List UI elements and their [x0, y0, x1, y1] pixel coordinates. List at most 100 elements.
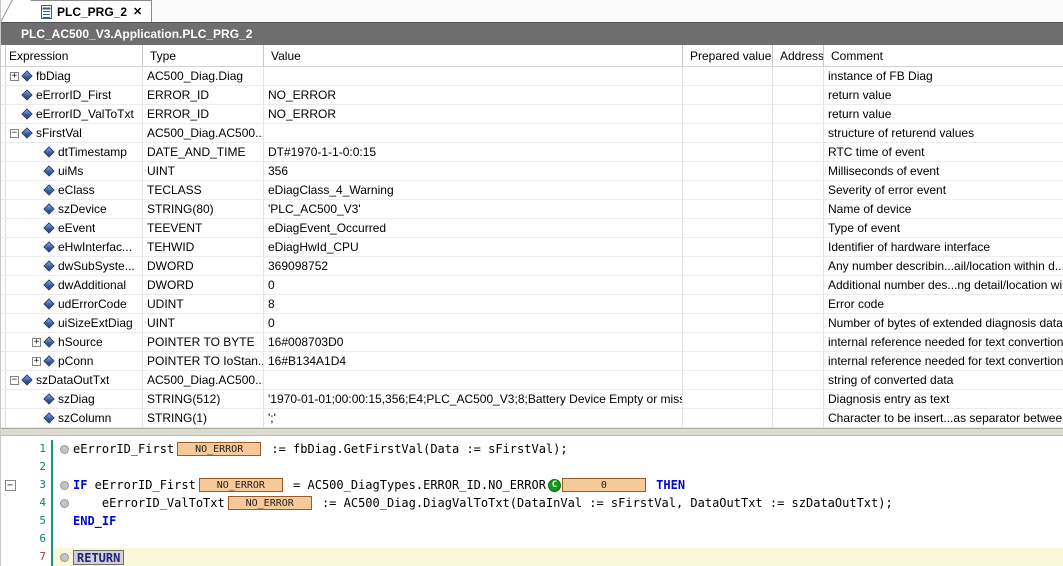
table-row[interactable]: uiSizeExtDiagUINT0Number of bytes of ext…	[1, 314, 1063, 333]
expression-cell: eClass	[1, 181, 143, 200]
prepared-value-cell[interactable]	[683, 200, 773, 219]
table-row[interactable]: −sFirstValAC500_Diag.AC500...structure o…	[1, 124, 1063, 143]
collapse-icon[interactable]: −	[10, 129, 19, 138]
table-row[interactable]: eEventTEEVENTeDiagEvent_OccurredType of …	[1, 219, 1063, 238]
code-line-body[interactable]	[51, 458, 1063, 476]
value-cell[interactable]: DT#1970-1-1-0:0:15	[264, 143, 683, 162]
value-cell[interactable]: 0	[264, 276, 683, 295]
value-cell[interactable]: 16#008703D0	[264, 333, 683, 352]
comment-cell: instance of FB Diag	[824, 67, 1063, 86]
expression-text: hSource	[58, 335, 103, 349]
address-cell	[773, 238, 824, 257]
table-row[interactable]: szDiagSTRING(512)'1970-01-01;00:00:15,35…	[1, 390, 1063, 409]
value-cell[interactable]	[264, 67, 683, 86]
code-text: eErrorID_First	[87, 476, 195, 494]
prepared-value-cell[interactable]	[683, 143, 773, 162]
header-comment[interactable]: Comment	[824, 45, 1063, 67]
prepared-value-cell[interactable]	[683, 257, 773, 276]
pane-splitter[interactable]	[1, 428, 1063, 436]
prepared-value-cell[interactable]	[683, 409, 773, 428]
variable-icon	[43, 355, 54, 366]
collapse-icon[interactable]: −	[10, 376, 19, 385]
address-cell	[773, 86, 824, 105]
value-cell[interactable]: eDiagHwId_CPU	[264, 238, 683, 257]
comment-cell: return value	[824, 105, 1063, 124]
prepared-value-cell[interactable]	[683, 219, 773, 238]
prepared-value-cell[interactable]	[683, 238, 773, 257]
table-row[interactable]: +hSourcePOINTER TO BYTE16#008703D0intern…	[1, 333, 1063, 352]
table-row[interactable]: dwAdditionalDWORD0Additional number des.…	[1, 276, 1063, 295]
code-line: 1eErrorID_FirstNO_ERROR := fbDiag.GetFir…	[1, 440, 1063, 458]
prepared-value-cell[interactable]	[683, 352, 773, 371]
address-cell	[773, 390, 824, 409]
prepared-value-cell[interactable]	[683, 105, 773, 124]
prepared-value-cell[interactable]	[683, 124, 773, 143]
prepared-value-cell[interactable]	[683, 371, 773, 390]
code-line-body[interactable]: RETURN	[51, 548, 1063, 566]
prepared-value-cell[interactable]	[683, 390, 773, 409]
code-line-body[interactable]: eErrorID_FirstNO_ERROR := fbDiag.GetFirs…	[51, 440, 1063, 458]
table-row[interactable]: dwSubSyste...DWORD369098752Any number de…	[1, 257, 1063, 276]
value-cell[interactable]: 369098752	[264, 257, 683, 276]
value-cell[interactable]: eDiagClass_4_Warning	[264, 181, 683, 200]
table-row[interactable]: +fbDiagAC500_Diag.Diaginstance of FB Dia…	[1, 67, 1063, 86]
value-cell[interactable]: '1970-01-01;00:00:15,356;E4;PLC_AC500_V3…	[264, 390, 683, 409]
code-text: = AC500_DiagTypes.ERROR_ID.NO_ERROR	[286, 476, 546, 494]
value-cell[interactable]: 356	[264, 162, 683, 181]
line-number: 1	[19, 440, 51, 458]
code-lines: 1eErrorID_FirstNO_ERROR := fbDiag.GetFir…	[1, 440, 1063, 566]
table-row[interactable]: uiMsUINT356Milliseconds of event	[1, 162, 1063, 181]
table-row[interactable]: eErrorID_FirstERROR_IDNO_ERRORreturn val…	[1, 86, 1063, 105]
value-cell[interactable]: 16#B134A1D4	[264, 352, 683, 371]
value-cell[interactable]: ';'	[264, 409, 683, 428]
prepared-value-cell[interactable]	[683, 333, 773, 352]
comment-cell: Milliseconds of event	[824, 162, 1063, 181]
prepared-value-cell[interactable]	[683, 181, 773, 200]
prepared-value-cell[interactable]	[683, 162, 773, 181]
expand-icon[interactable]: +	[10, 72, 19, 81]
header-type[interactable]: Type	[143, 45, 264, 67]
value-cell[interactable]: 8	[264, 295, 683, 314]
prepared-value-cell[interactable]	[683, 295, 773, 314]
table-row[interactable]: udErrorCodeUDINT8Error code	[1, 295, 1063, 314]
header-address[interactable]: Address	[773, 45, 824, 67]
table-row[interactable]: −szDataOutTxtAC500_Diag.AC500...string o…	[1, 371, 1063, 390]
expand-icon[interactable]: +	[32, 357, 41, 366]
type-cell: ERROR_ID	[143, 105, 264, 124]
code-line-body[interactable]: eErrorID_ValToTxtNO_ERROR := AC500_Diag.…	[51, 494, 1063, 512]
value-cell[interactable]	[264, 124, 683, 143]
code-line-body[interactable]: END_IF	[51, 512, 1063, 530]
comment-cell: string of converted data	[824, 371, 1063, 390]
value-cell[interactable]: eDiagEvent_Occurred	[264, 219, 683, 238]
collapse-toggle-icon[interactable]: −	[5, 480, 16, 491]
prepared-value-cell[interactable]	[683, 314, 773, 333]
value-cell[interactable]: 0	[264, 314, 683, 333]
value-cell[interactable]: 'PLC_AC500_V3'	[264, 200, 683, 219]
table-row[interactable]: eHwInterfac...TEHWIDeDiagHwId_CPUIdentif…	[1, 238, 1063, 257]
value-cell[interactable]: NO_ERROR	[264, 105, 683, 124]
header-value[interactable]: Value	[264, 45, 683, 67]
code-text: eErrorID_ValToTxt	[73, 494, 225, 512]
code-line-body[interactable]	[51, 530, 1063, 548]
header-prepared-value[interactable]: Prepared value	[683, 45, 773, 67]
expression-text: eClass	[58, 183, 95, 197]
table-row[interactable]: +pConnPOINTER TO IoStan...16#B134A1D4int…	[1, 352, 1063, 371]
prepared-value-cell[interactable]	[683, 67, 773, 86]
tab-close-icon[interactable]: ✕	[132, 5, 143, 18]
header-expression[interactable]: Expression	[1, 45, 143, 67]
code-line-body[interactable]: IF eErrorID_FirstNO_ERROR = AC500_DiagTy…	[51, 476, 1063, 494]
expression-cell: uiSizeExtDiag	[1, 314, 143, 333]
table-row[interactable]: szColumnSTRING(1)';'Character to be inse…	[1, 409, 1063, 428]
value-cell[interactable]	[264, 371, 683, 390]
tab-plc-prg-2[interactable]: PLC_PRG_2 ✕	[15, 0, 152, 22]
prepared-value-cell[interactable]	[683, 276, 773, 295]
expression-cell: −sFirstVal	[1, 124, 143, 143]
address-cell	[773, 276, 824, 295]
table-row[interactable]: dtTimestampDATE_AND_TIMEDT#1970-1-1-0:0:…	[1, 143, 1063, 162]
table-row[interactable]: eClassTECLASSeDiagClass_4_WarningSeverit…	[1, 181, 1063, 200]
value-cell[interactable]: NO_ERROR	[264, 86, 683, 105]
expand-icon[interactable]: +	[32, 338, 41, 347]
table-row[interactable]: eErrorID_ValToTxtERROR_IDNO_ERRORreturn …	[1, 105, 1063, 124]
table-row[interactable]: szDeviceSTRING(80)'PLC_AC500_V3'Name of …	[1, 200, 1063, 219]
prepared-value-cell[interactable]	[683, 86, 773, 105]
